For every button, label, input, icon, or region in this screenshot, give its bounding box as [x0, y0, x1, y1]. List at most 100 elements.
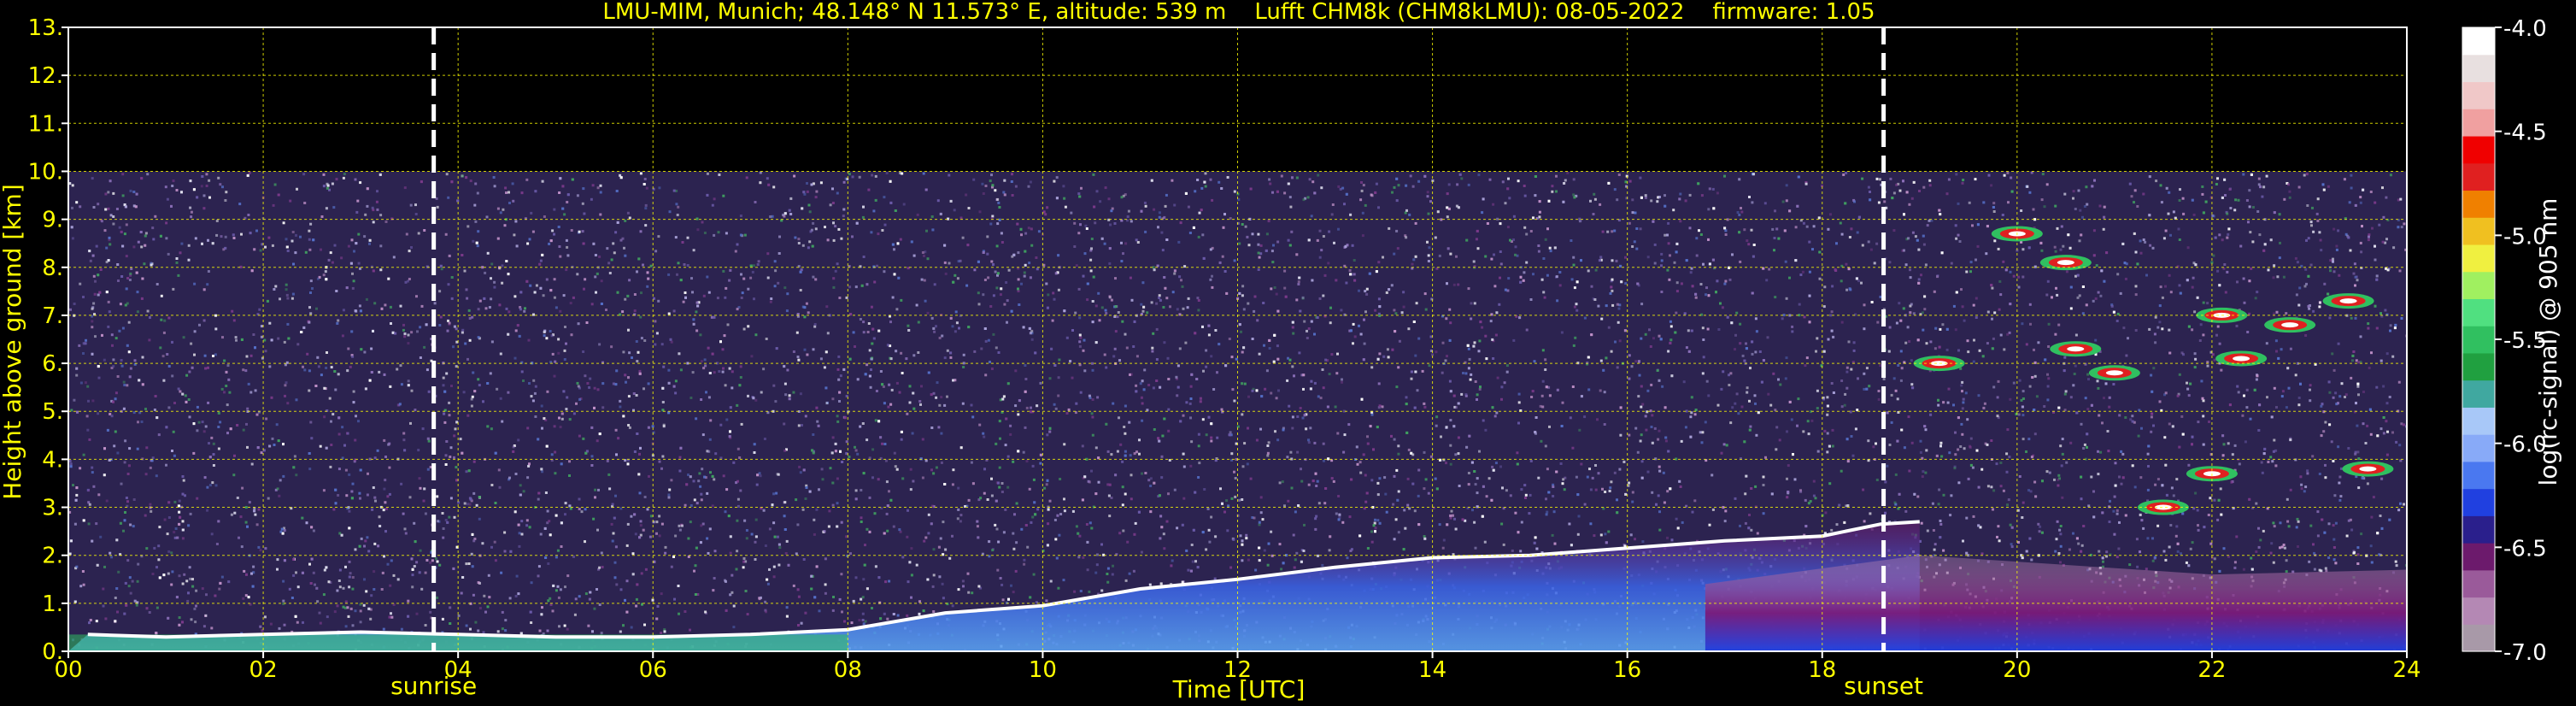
noise-speck — [785, 309, 789, 313]
noise-speck — [136, 310, 139, 314]
noise-speck — [1969, 437, 1973, 440]
noise-speck — [1089, 258, 1093, 262]
noise-speck — [160, 318, 163, 321]
noise-speck — [363, 350, 367, 354]
noise-speck — [883, 196, 886, 199]
noise-speck — [699, 333, 702, 337]
noise-speck — [1048, 377, 1052, 380]
noise-speck — [358, 304, 361, 308]
noise-speck — [205, 593, 208, 597]
noise-speck — [121, 173, 125, 176]
noise-speck — [383, 487, 386, 491]
noise-speck — [2218, 233, 2221, 237]
noise-speck — [2353, 262, 2356, 266]
noise-speck — [2233, 444, 2237, 447]
noise-speck — [84, 381, 87, 385]
noise-speck — [296, 585, 300, 589]
noise-speck — [188, 415, 191, 419]
noise-speck — [2152, 424, 2155, 427]
noise-speck — [1132, 569, 1135, 573]
noise-speck — [1323, 502, 1327, 505]
noise-speck — [447, 319, 449, 322]
noise-speck — [472, 539, 476, 543]
noise-speck — [2311, 455, 2315, 458]
noise-speck — [951, 604, 954, 608]
noise-speck — [214, 327, 218, 331]
noise-speck — [223, 391, 226, 394]
noise-speck — [2265, 342, 2268, 345]
noise-speck — [2055, 538, 2058, 541]
noise-speck — [1126, 540, 1130, 544]
noise-speck — [1529, 493, 1532, 497]
noise-speck — [1452, 283, 1456, 286]
noise-speck — [1684, 426, 1687, 429]
noise-speck — [1299, 407, 1302, 409]
noise-speck — [2324, 463, 2327, 467]
noise-speck — [1404, 211, 1407, 215]
noise-speck — [772, 185, 776, 189]
noise-speck — [478, 607, 482, 609]
noise-speck — [1462, 372, 1464, 374]
noise-speck — [658, 534, 661, 538]
noise-speck — [1141, 309, 1145, 313]
noise-speck — [2234, 198, 2238, 202]
noise-speck — [1214, 535, 1218, 538]
noise-speck — [1472, 260, 1476, 263]
noise-speck — [423, 229, 426, 232]
noise-speck — [1691, 510, 1694, 514]
noise-speck — [403, 186, 407, 190]
noise-speck — [2191, 541, 2194, 544]
noise-speck — [324, 270, 327, 274]
noise-speck — [2249, 417, 2252, 421]
noise-speck — [285, 381, 288, 385]
noise-speck — [1207, 528, 1211, 532]
noise-speck — [930, 316, 934, 320]
noise-speck — [512, 199, 515, 203]
noise-speck — [824, 557, 827, 561]
noise-speck — [1278, 481, 1282, 485]
noise-speck — [1514, 511, 1517, 515]
noise-speck — [2146, 452, 2150, 456]
noise-speck — [2344, 393, 2348, 397]
noise-speck — [858, 619, 861, 622]
noise-speck — [1746, 391, 1749, 394]
noise-speck — [1499, 276, 1501, 279]
noise-speck — [754, 333, 758, 337]
noise-speck — [2134, 250, 2138, 254]
noise-speck — [1307, 483, 1311, 486]
noise-speck — [1693, 413, 1697, 416]
noise-speck — [1338, 515, 1341, 519]
noise-speck — [2332, 227, 2336, 231]
noise-speck — [559, 426, 562, 429]
noise-speck — [192, 451, 196, 455]
noise-speck — [1641, 403, 1645, 406]
noise-speck — [226, 364, 230, 368]
noise-speck — [1539, 404, 1542, 408]
noise-speck — [1664, 439, 1668, 443]
noise-speck — [1185, 401, 1188, 404]
noise-speck — [1278, 543, 1282, 546]
noise-speck — [1049, 580, 1053, 583]
noise-speck — [73, 303, 76, 305]
noise-speck — [1952, 403, 1955, 407]
noise-speck — [2164, 285, 2167, 288]
noise-speck — [1520, 521, 1523, 524]
noise-speck — [1378, 404, 1382, 408]
noise-speck — [2045, 293, 2049, 297]
noise-speck — [785, 539, 789, 543]
noise-speck — [1666, 536, 1669, 539]
noise-speck — [1201, 418, 1205, 421]
noise-speck — [530, 581, 533, 585]
noise-speck — [954, 310, 958, 314]
noise-speck — [475, 503, 478, 507]
noise-speck — [1476, 393, 1479, 397]
noise-speck — [1255, 438, 1259, 442]
noise-speck — [1960, 288, 1963, 291]
noise-speck — [1000, 583, 1004, 586]
noise-speck — [739, 376, 742, 379]
noise-speck — [1630, 365, 1634, 368]
noise-speck — [836, 368, 840, 371]
noise-speck — [486, 605, 490, 609]
noise-speck — [79, 381, 83, 385]
noise-speck — [1854, 427, 1857, 431]
